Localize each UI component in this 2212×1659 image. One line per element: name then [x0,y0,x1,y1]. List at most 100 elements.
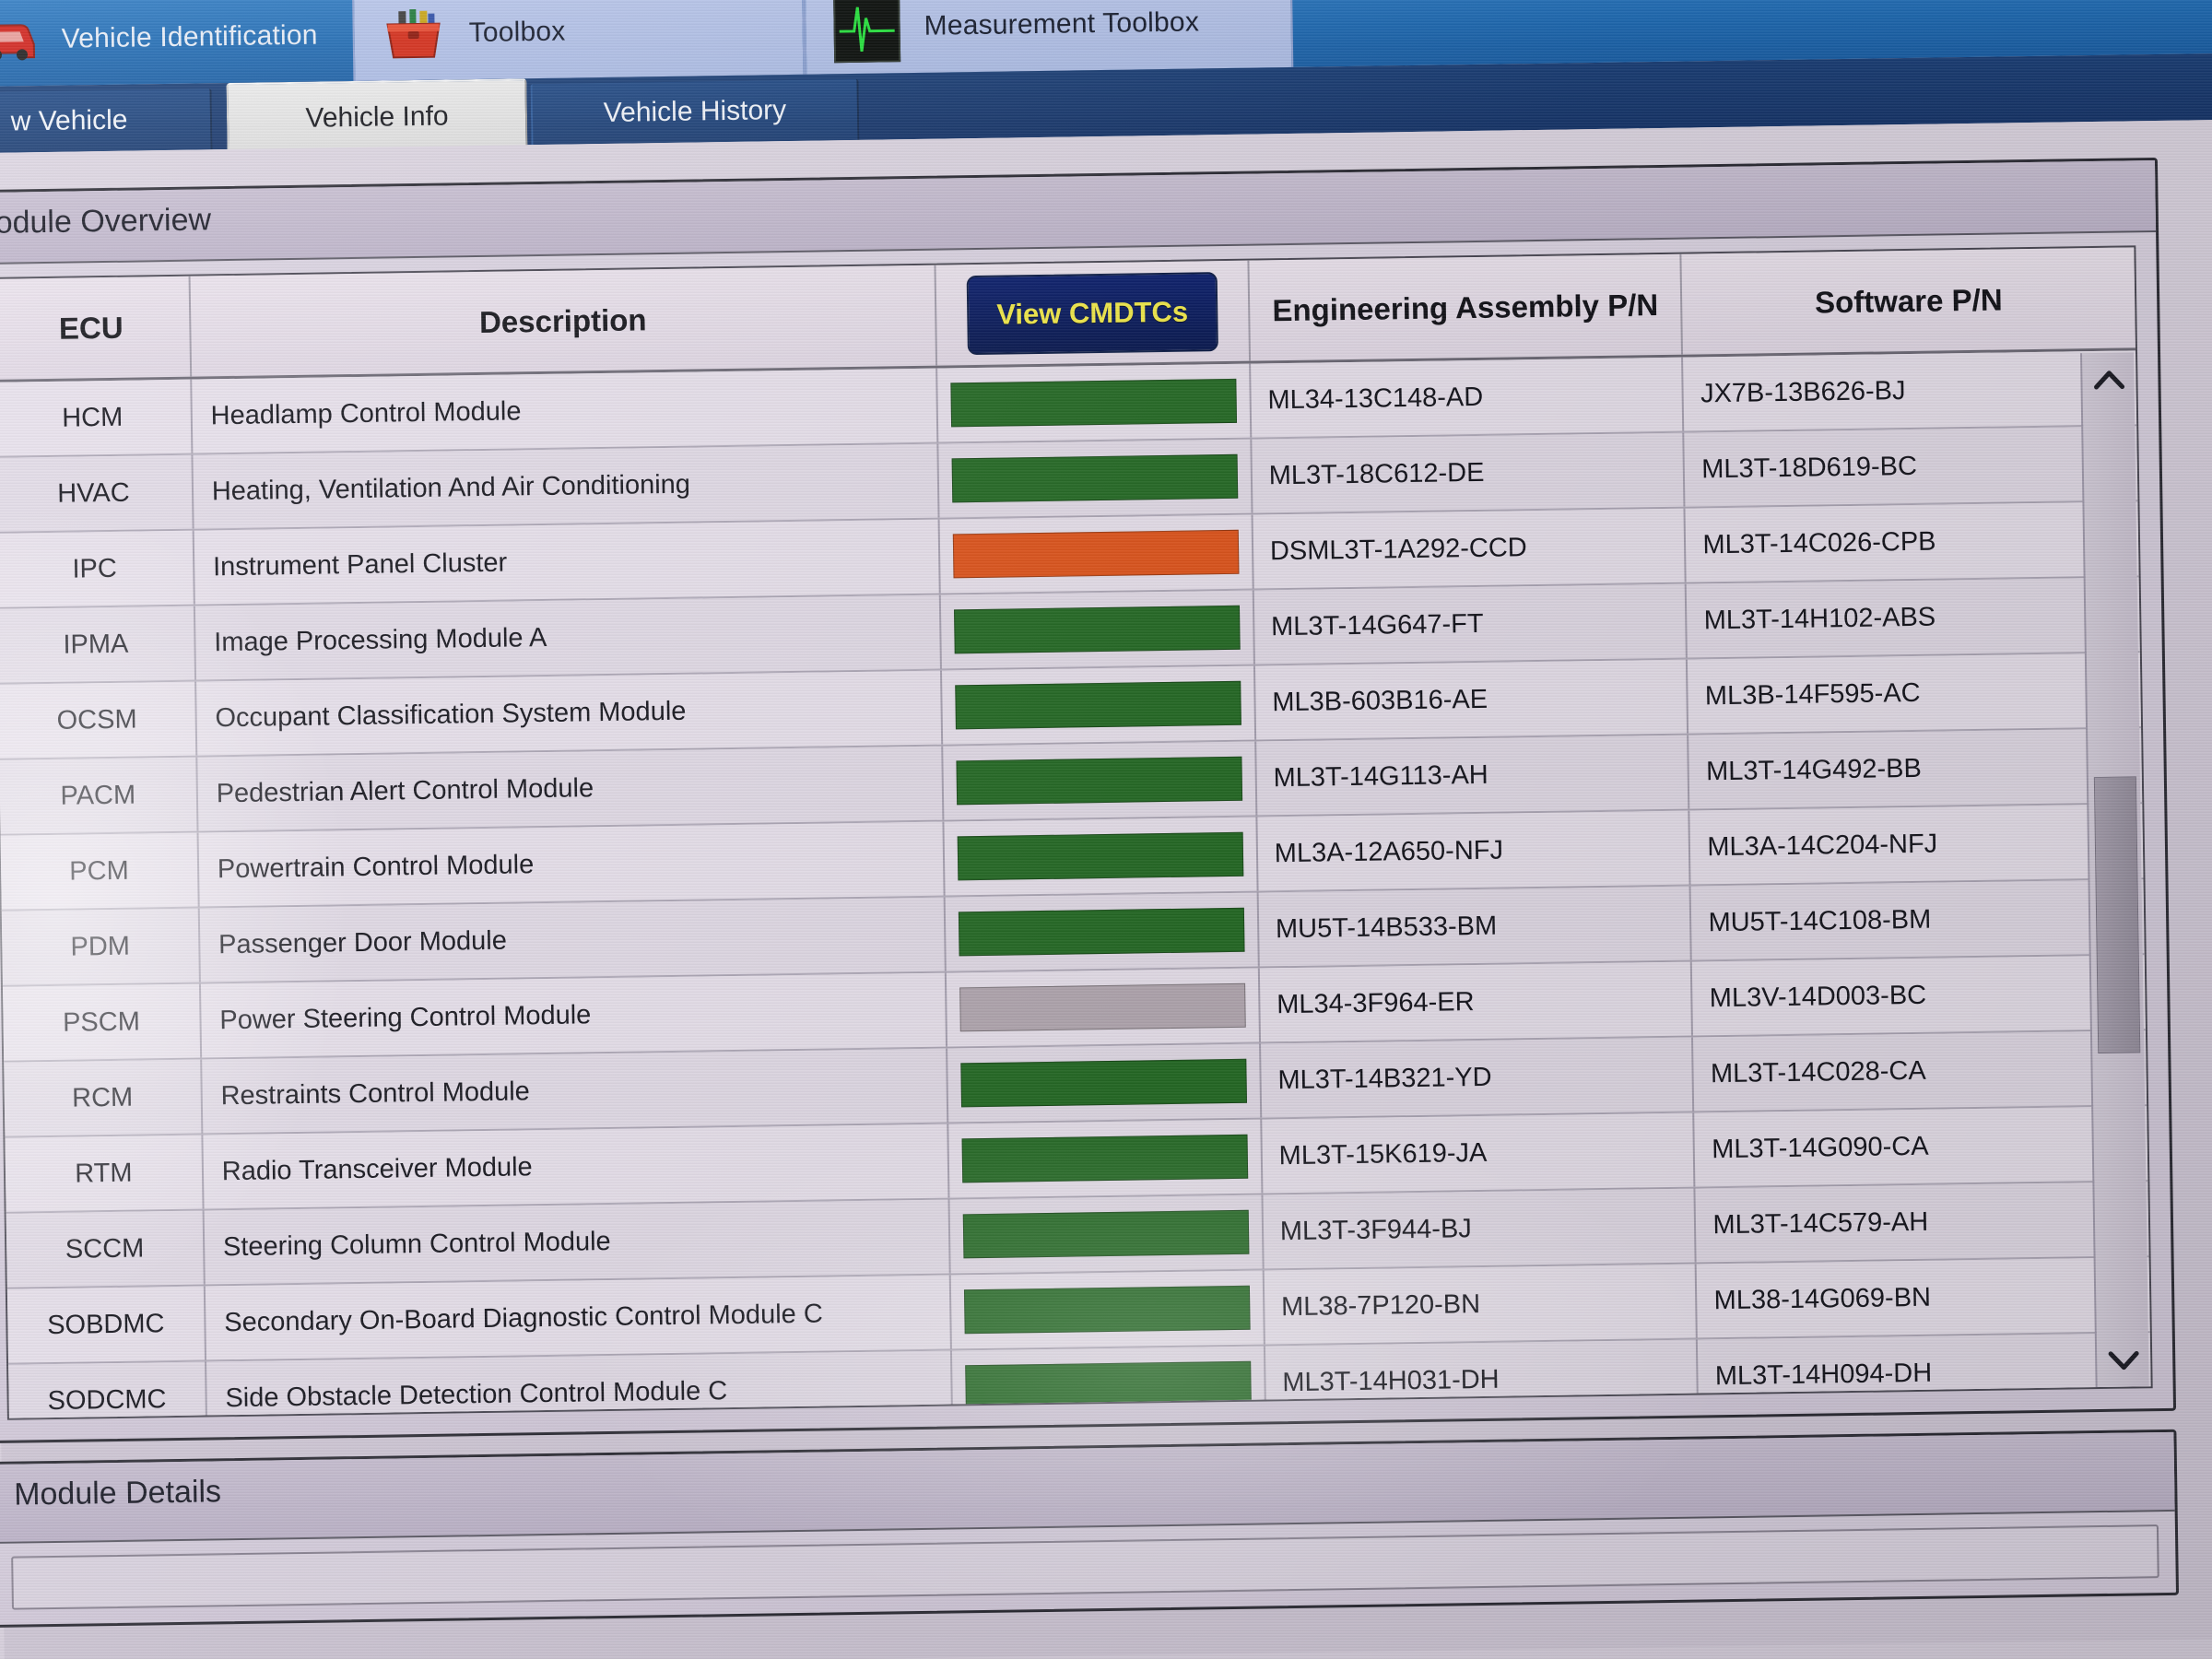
cell-ecu: RCM [4,1060,203,1136]
status-bar-green [963,1210,1250,1259]
module-details-panel: Module Details [0,1430,2179,1628]
module-details-title-bar [0,1432,2175,1544]
page-body: odule Overview ECU Description View CMDT… [0,120,2212,1659]
status-bar-gray [959,983,1246,1032]
cell-ecu: SOBDMC [7,1287,206,1363]
tab-vehicle-info[interactable]: Vehicle Info [226,78,527,155]
tab-vehicle-history[interactable]: Vehicle History [531,79,860,145]
column-header-software-pn: Software P/N [1682,247,2136,354]
status-bar-green [958,832,1244,881]
cell-status[interactable] [948,1119,1263,1197]
tab-new-vehicle[interactable]: w Vehicle [0,88,213,154]
cell-description: Pedestrian Alert Control Module [197,747,944,831]
status-bar-orange [953,530,1240,579]
column-header-description: Description [190,265,937,377]
module-table: ECU Description View CMDTCs Engineering … [0,245,2153,1419]
cell-engineering-assembly-pn: ML3T-15K619-JA [1262,1113,1696,1194]
cell-status[interactable] [940,515,1254,594]
diagnostic-app-screen: Vehicle Identification Toolbox [0,0,2212,1659]
cell-engineering-assembly-pn: ML3T-14H031-DH [1265,1340,1700,1420]
cell-description: Occupant Classification System Module [196,671,943,756]
ribbon-label-toolbox: Toolbox [468,17,565,50]
cell-description: Secondary On-Board Diagnostic Control Mo… [206,1276,952,1360]
module-overview-title-bar [0,160,2156,265]
cell-status[interactable] [947,1044,1262,1123]
cell-description: Heating, Ventilation And Air Conditionin… [193,444,939,529]
ribbon-item-measurement-toolbox[interactable]: Measurement Toolbox [804,0,1293,75]
cell-software-pn: ML3T-14H102-ABS [1687,577,2140,657]
column-header-ecu: ECU [0,276,192,380]
cell-status[interactable] [943,742,1257,820]
view-cmdtcs-button[interactable]: View CMDTCs [967,272,1218,355]
cell-status[interactable] [938,440,1253,518]
cell-software-pn: ML3T-14C579-AH [1696,1182,2149,1262]
cell-status[interactable] [951,1270,1265,1348]
cell-status[interactable] [942,666,1256,745]
cell-description: Powertrain Control Module [198,822,945,907]
cell-ecu: HCM [0,380,193,456]
module-overview-title: odule Overview [0,202,211,241]
status-bar-green [964,1286,1251,1335]
status-bar-green [955,681,1241,730]
cell-ecu: PCM [1,833,200,910]
cell-engineering-assembly-pn: DSML3T-1A292-CCD [1253,509,1687,589]
cell-engineering-assembly-pn: ML3A-12A650-NFJ [1257,811,1691,891]
ribbon-label-vehicle-identification: Vehicle Identification [61,20,317,55]
status-bar-green [954,606,1241,654]
tab-label-vehicle-history: Vehicle History [604,95,787,129]
cell-software-pn: ML3V-14D003-BC [1692,955,2146,1035]
cell-engineering-assembly-pn: ML3T-14B321-YD [1261,1038,1695,1118]
ribbon-item-vehicle-identification[interactable]: Vehicle Identification [0,0,377,87]
status-bar-green [961,1135,1248,1183]
status-bar-green [956,757,1242,806]
cell-status[interactable] [937,364,1252,442]
cell-engineering-assembly-pn: ML3T-14G647-FT [1254,584,1688,665]
cell-status[interactable] [947,969,1261,1047]
cell-software-pn: JX7B-13B626-BJ [1683,350,2136,430]
cell-description: Radio Transceiver Module [203,1124,949,1209]
cell-software-pn: ML3T-14H094-CH [1699,1408,2152,1420]
status-bar-green [960,1059,1247,1108]
cell-description: Power Steering Control Module [201,973,947,1058]
cell-engineering-assembly-pn: ML34-13C148-AD [1251,358,1685,438]
cell-ecu: PSCM [3,984,202,1061]
cell-description: Image Processing Module A [195,595,942,680]
scrollbar-thumb[interactable] [2094,776,2140,1053]
cell-software-pn: ML3T-14G090-CA [1695,1106,2148,1186]
cell-software-pn: MU5T-14C108-BM [1691,879,2145,959]
cell-ecu: HVAC [0,455,194,532]
scroll-down-arrow-icon[interactable] [2097,1333,2151,1387]
status-bar-green [965,1361,1252,1410]
column-header-engineering-assembly-pn: Engineering Assembly P/N [1249,254,1683,361]
toolbox-icon [382,6,445,64]
cell-description: Restraints Control Module [202,1049,948,1134]
cell-software-pn: ML3T-14C026-CPB [1686,501,2139,582]
cell-ecu: PDM [2,909,201,985]
cell-ecu: SCCM [6,1211,206,1288]
ribbon-label-measurement-toolbox: Measurement Toolbox [924,6,1199,41]
cell-software-pn: ML3T-18D619-BC [1685,426,2138,506]
cell-software-pn: ML3A-14C204-NFJ [1690,804,2144,884]
scroll-up-arrow-icon[interactable] [2082,352,2136,406]
cell-status[interactable] [945,818,1259,896]
cell-software-pn: ML3T-14G492-BB [1689,728,2143,808]
cell-software-pn: ML3T-14H094-DH [1698,1333,2151,1413]
cell-status[interactable] [950,1194,1265,1273]
column-header-status: View CMDTCs [936,261,1251,366]
cell-software-pn: ML38-14G069-BN [1697,1257,2150,1337]
cell-engineering-assembly-pn: MU5T-14B533-BM [1258,887,1692,967]
status-bar-green [959,908,1245,957]
cell-description: Passenger Door Module [200,898,947,982]
cell-status[interactable] [941,591,1255,669]
ribbon-item-toolbox[interactable]: Toolbox [352,0,805,81]
cell-status[interactable] [946,893,1260,971]
cell-engineering-assembly-pn: ML3T-3F944-BJ [1263,1189,1697,1269]
module-table-body: HCMHeadlamp Control ModuleML34-13C148-AD… [0,350,2152,1419]
module-overview-panel: odule Overview ECU Description View CMDT… [0,158,2176,1443]
cell-ecu: OCSM [0,682,197,759]
tab-label-new-vehicle: w Vehicle [10,105,127,138]
cell-status[interactable] [952,1346,1266,1419]
oscilloscope-icon [833,0,900,63]
cell-engineering-assembly-pn: ML3T-14G113-AH [1256,735,1690,816]
car-icon [0,13,38,67]
